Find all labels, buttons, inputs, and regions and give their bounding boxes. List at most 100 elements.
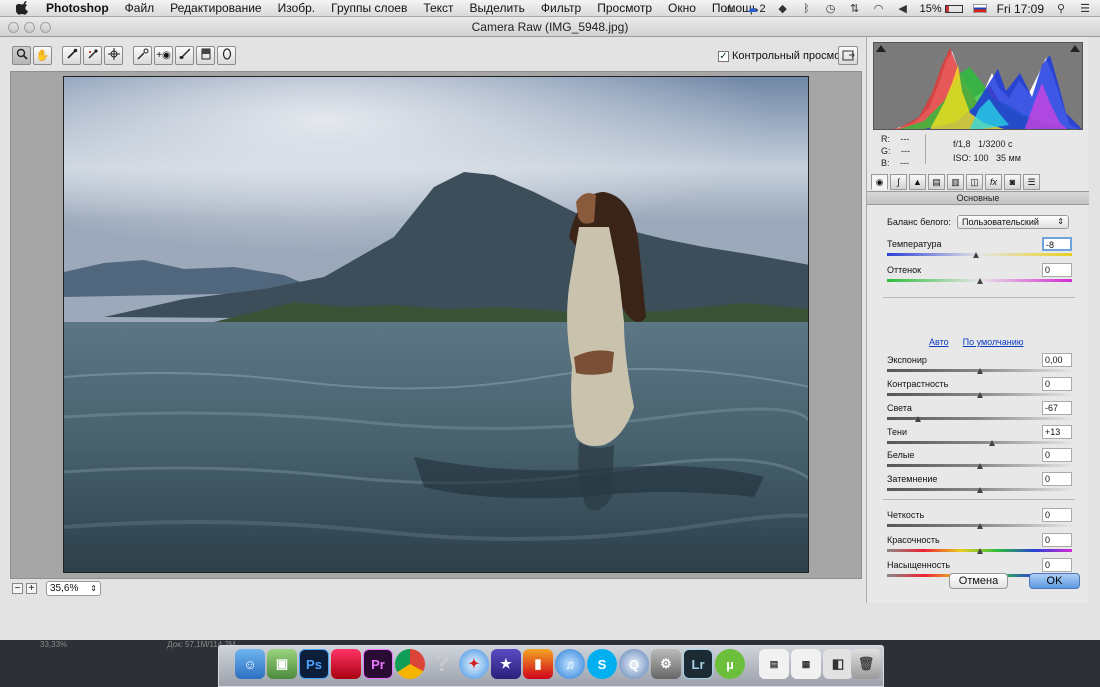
slider-thumb[interactable]: [976, 487, 983, 493]
itunes-icon[interactable]: ♫: [555, 649, 585, 679]
color-sampler-tool-button[interactable]: [83, 46, 102, 65]
menu-app-photoshop[interactable]: Photoshop: [38, 1, 117, 15]
skype-icon[interactable]: S: [587, 649, 617, 679]
slider-value-input[interactable]: 0: [1042, 533, 1072, 547]
wifi-icon[interactable]: ◠: [872, 3, 886, 15]
menu-layer-groups[interactable]: Группы слоев: [323, 1, 415, 15]
lightroom-icon[interactable]: Lr: [683, 649, 713, 679]
slider-track[interactable]: [887, 441, 1072, 444]
minimize-window-button[interactable]: [24, 22, 35, 33]
close-window-button[interactable]: [8, 22, 19, 33]
tab-hsl[interactable]: ▤: [928, 174, 945, 190]
preview-checkbox[interactable]: ✓: [718, 50, 729, 62]
white-balance-tool-button[interactable]: [62, 46, 81, 65]
tab-tone-curve[interactable]: ∫: [890, 174, 907, 190]
notification-icon[interactable]: ⚠: [722, 3, 736, 15]
document-thumbnail-icon[interactable]: ◧: [823, 649, 853, 679]
ok-button[interactable]: OK: [1029, 573, 1080, 589]
slider-value-input[interactable]: -67: [1042, 401, 1072, 415]
slider-value-input[interactable]: 0: [1042, 508, 1072, 522]
photoshop-icon[interactable]: Ps: [299, 649, 329, 679]
input-language-flag-icon[interactable]: [972, 4, 987, 13]
target-adjustment-tool-button[interactable]: [104, 46, 123, 65]
menu-view[interactable]: Просмотр: [589, 1, 660, 15]
fullscreen-button[interactable]: [838, 46, 858, 65]
slider-thumb[interactable]: [976, 463, 983, 469]
hand-tool-button[interactable]: ✋: [33, 46, 52, 65]
dropbox-icon[interactable]: ◆: [776, 3, 790, 15]
slider-thumb[interactable]: [976, 392, 983, 398]
zoom-level-select[interactable]: 35,6% ⇕: [46, 580, 101, 596]
battery-status[interactable]: 15%: [920, 3, 963, 15]
zoom-in-button[interactable]: +: [26, 582, 37, 594]
slider-thumb[interactable]: [976, 523, 983, 529]
zoom-out-button[interactable]: −: [12, 582, 23, 594]
transfer-icon[interactable]: ⇅: [848, 3, 862, 15]
slider-thumb[interactable]: [972, 252, 979, 258]
unknown-app-icon[interactable]: ?: [427, 649, 457, 679]
notification-center-icon[interactable]: ☰: [1078, 3, 1092, 15]
menu-type[interactable]: Текст: [415, 1, 461, 15]
adjustment-brush-tool-button[interactable]: [175, 46, 194, 65]
menu-select[interactable]: Выделить: [462, 1, 533, 15]
utorrent-icon[interactable]: µ: [715, 649, 745, 679]
tab-basic[interactable]: ◉: [871, 174, 888, 190]
slider-track[interactable]: [887, 253, 1072, 256]
shadow-clipping-warning-icon[interactable]: [876, 45, 886, 52]
creative-cloud-status[interactable]: ☁ 2: [746, 2, 765, 16]
imovie-icon[interactable]: ★: [491, 649, 521, 679]
volume-icon[interactable]: ◀: [896, 3, 910, 15]
apple-icon[interactable]: [14, 0, 30, 16]
bluetooth-icon[interactable]: ᛒ: [800, 3, 814, 15]
menu-image[interactable]: Изобр.: [270, 1, 324, 15]
tab-effects[interactable]: fx: [985, 174, 1002, 190]
menu-edit[interactable]: Редактирование: [162, 1, 269, 15]
tab-lens-corrections[interactable]: ◫: [966, 174, 983, 190]
preview-app-icon[interactable]: ▣: [267, 649, 297, 679]
charts-app-icon[interactable]: ▮: [523, 649, 553, 679]
default-link[interactable]: По умолчанию: [963, 337, 1024, 347]
system-preferences-icon[interactable]: ⚙: [651, 649, 681, 679]
safari-icon[interactable]: ✦: [459, 649, 489, 679]
slider-thumb[interactable]: [976, 368, 983, 374]
tab-camera-calibration[interactable]: ◙: [1004, 174, 1021, 190]
preview-photo[interactable]: [63, 76, 809, 573]
preview-canvas[interactable]: [10, 71, 862, 579]
slider-value-input[interactable]: 0,00: [1042, 353, 1072, 367]
trash-icon[interactable]: 🗑: [851, 649, 881, 679]
time-machine-icon[interactable]: ◷: [824, 3, 838, 15]
quicktime-icon[interactable]: Q: [619, 649, 649, 679]
chrome-icon[interactable]: [395, 649, 425, 679]
radial-filter-tool-button[interactable]: [217, 46, 236, 65]
premiere-icon[interactable]: Pr: [363, 649, 393, 679]
menu-file[interactable]: Файл: [117, 1, 163, 15]
document-thumbnail-icon[interactable]: ▦: [791, 649, 821, 679]
finder-icon[interactable]: ☺: [235, 649, 265, 679]
red-eye-tool-button[interactable]: +◉: [154, 46, 173, 65]
tab-split-toning[interactable]: ▥: [947, 174, 964, 190]
cancel-button[interactable]: Отмена: [949, 573, 1008, 589]
auto-link[interactable]: Авто: [929, 337, 949, 347]
menu-filter[interactable]: Фильтр: [533, 1, 589, 15]
slider-value-input[interactable]: 0: [1042, 448, 1072, 462]
slider-value-input[interactable]: 0: [1042, 558, 1072, 572]
tab-presets[interactable]: ☰: [1023, 174, 1040, 190]
highlight-clipping-warning-icon[interactable]: [1070, 45, 1080, 52]
zoom-window-button[interactable]: [40, 22, 51, 33]
preview-toggle[interactable]: ✓ Контрольный просмотр: [718, 50, 851, 62]
slider-value-input[interactable]: +13: [1042, 425, 1072, 439]
white-balance-select[interactable]: Пользовательский ⇕: [957, 215, 1069, 229]
slider-value-input[interactable]: 0: [1042, 472, 1072, 486]
slider-thumb[interactable]: [989, 440, 996, 446]
menu-window[interactable]: Окно: [660, 1, 704, 15]
slider-thumb[interactable]: [915, 416, 922, 422]
spotlight-search-icon[interactable]: ⚲: [1054, 3, 1068, 15]
graduated-filter-tool-button[interactable]: [196, 46, 215, 65]
app-icon-red[interactable]: [331, 649, 361, 679]
document-thumbnail-icon[interactable]: ▤: [759, 649, 789, 679]
spot-removal-tool-button[interactable]: [133, 46, 152, 65]
zoom-tool-button[interactable]: [12, 46, 31, 65]
slider-value-input[interactable]: 0: [1042, 263, 1072, 277]
tab-detail[interactable]: ▲: [909, 174, 926, 190]
slider-value-input[interactable]: 0: [1042, 377, 1072, 391]
